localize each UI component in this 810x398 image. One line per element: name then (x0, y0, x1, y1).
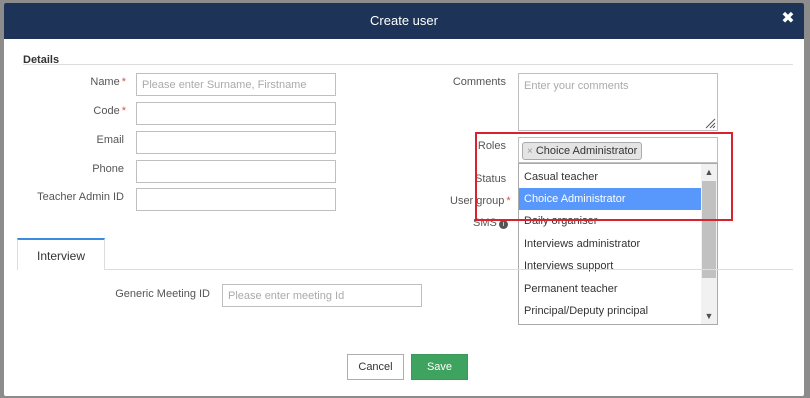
role-tag-choice-administrator: × Choice Administrator (522, 142, 643, 160)
roles-dropdown-list: Casual teacher Choice Administrator Dail… (518, 163, 718, 325)
section-divider (23, 64, 793, 65)
phone-input[interactable] (136, 160, 336, 183)
tab-interview[interactable]: Interview (17, 238, 105, 270)
teacher-admin-id-label: Teacher Admin ID (37, 191, 124, 203)
dropdown-scrollbar[interactable]: ▲ ▼ (701, 164, 717, 324)
comments-textarea[interactable]: Enter your comments (518, 73, 718, 131)
scroll-up-icon[interactable]: ▲ (701, 164, 717, 180)
roles-multiselect[interactable]: × Choice Administrator (518, 137, 718, 163)
remove-tag-icon[interactable]: × (527, 146, 533, 157)
info-icon: i (498, 220, 508, 229)
close-icon[interactable]: ✖ (780, 11, 796, 27)
option-interviews-administrator[interactable]: Interviews administrator (519, 233, 702, 255)
option-principal-deputy-principal[interactable]: Principal/Deputy principal (519, 300, 702, 322)
scrollbar-thumb[interactable] (702, 181, 716, 278)
cancel-button[interactable]: Cancel (347, 354, 404, 380)
option-daily-organiser[interactable]: Daily organiser (519, 210, 702, 232)
create-user-dialog: Create user ✖ Details Name * Please enter… (4, 3, 804, 396)
dialog-title: Create user (370, 13, 438, 28)
teacher-admin-id-input[interactable] (136, 188, 336, 211)
code-label: Code * (93, 105, 126, 117)
email-label: Email (96, 134, 124, 146)
resize-grip-icon[interactable] (704, 117, 716, 129)
generic-meeting-id-label: Generic Meeting ID (115, 288, 210, 300)
name-label: Name * (90, 76, 126, 88)
code-input[interactable] (136, 102, 336, 125)
roles-label: Roles (477, 140, 506, 152)
comments-label: Comments (452, 76, 506, 88)
option-permanent-teacher[interactable]: Permanent teacher (519, 278, 702, 300)
generic-meeting-id-input[interactable]: Please enter meeting Id (222, 284, 422, 307)
email-input[interactable] (136, 131, 336, 154)
option-choice-administrator[interactable]: Choice Administrator (519, 188, 702, 210)
phone-label: Phone (92, 163, 124, 175)
option-interviews-support[interactable]: Interviews support (519, 255, 702, 277)
name-input[interactable]: Please enter Surname, Firstname (136, 73, 336, 96)
user-group-label: User group * (450, 195, 511, 207)
sms-label: SMS i (473, 217, 508, 229)
tabs-divider (17, 269, 793, 270)
option-casual-teacher[interactable]: Casual teacher (519, 166, 702, 188)
scroll-down-icon[interactable]: ▼ (701, 308, 717, 324)
status-label: Status (475, 173, 507, 185)
save-button[interactable]: Save (411, 354, 468, 380)
comments-placeholder: Enter your comments (524, 80, 629, 92)
dialog-header: Create user ✖ (4, 3, 804, 39)
